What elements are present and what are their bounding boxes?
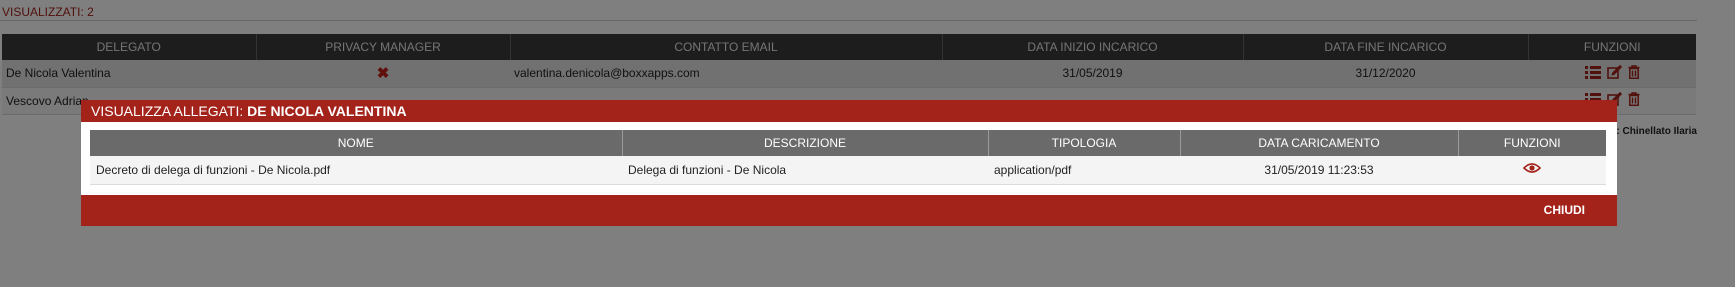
modal-footer: CHIUDI [81, 195, 1617, 226]
attachments-modal: VISUALIZZA ALLEGATI: DE NICOLA VALENTINA… [81, 100, 1617, 226]
modal-title-name: DE NICOLA VALENTINA [247, 103, 407, 119]
cell-funzioni [1458, 156, 1606, 185]
attachments-table: NOME DESCRIZIONE TIPOLOGIA DATA CARICAME… [90, 130, 1606, 185]
modal-title: VISUALIZZA ALLEGATI: DE NICOLA VALENTINA [81, 100, 1617, 122]
column-header-data-caricamento[interactable]: DATA CARICAMENTO [1180, 130, 1459, 156]
eye-icon[interactable] [1522, 162, 1542, 177]
cell-tipologia: application/pdf [988, 156, 1180, 185]
column-header-funzioni: FUNZIONI [1458, 130, 1606, 156]
column-header-nome[interactable]: NOME [90, 130, 623, 156]
attachments-header-row: NOME DESCRIZIONE TIPOLOGIA DATA CARICAME… [90, 130, 1606, 156]
attachment-row[interactable]: Decreto di delega di funzioni - De Nicol… [90, 156, 1606, 185]
cell-data-caricamento: 31/05/2019 11:23:53 [1180, 156, 1458, 185]
close-button[interactable]: CHIUDI [1544, 203, 1585, 217]
modal-title-prefix: VISUALIZZA ALLEGATI: [91, 103, 244, 119]
cell-descrizione: Delega di funzioni - De Nicola [622, 156, 988, 185]
page: VISUALIZZATI: 2 DELEGATO PRIVACY MANAGER… [0, 0, 1735, 287]
cell-nome: Decreto di delega di funzioni - De Nicol… [90, 156, 622, 185]
column-header-descrizione[interactable]: DESCRIZIONE [622, 130, 989, 156]
column-header-tipologia[interactable]: TIPOLOGIA [988, 130, 1181, 156]
